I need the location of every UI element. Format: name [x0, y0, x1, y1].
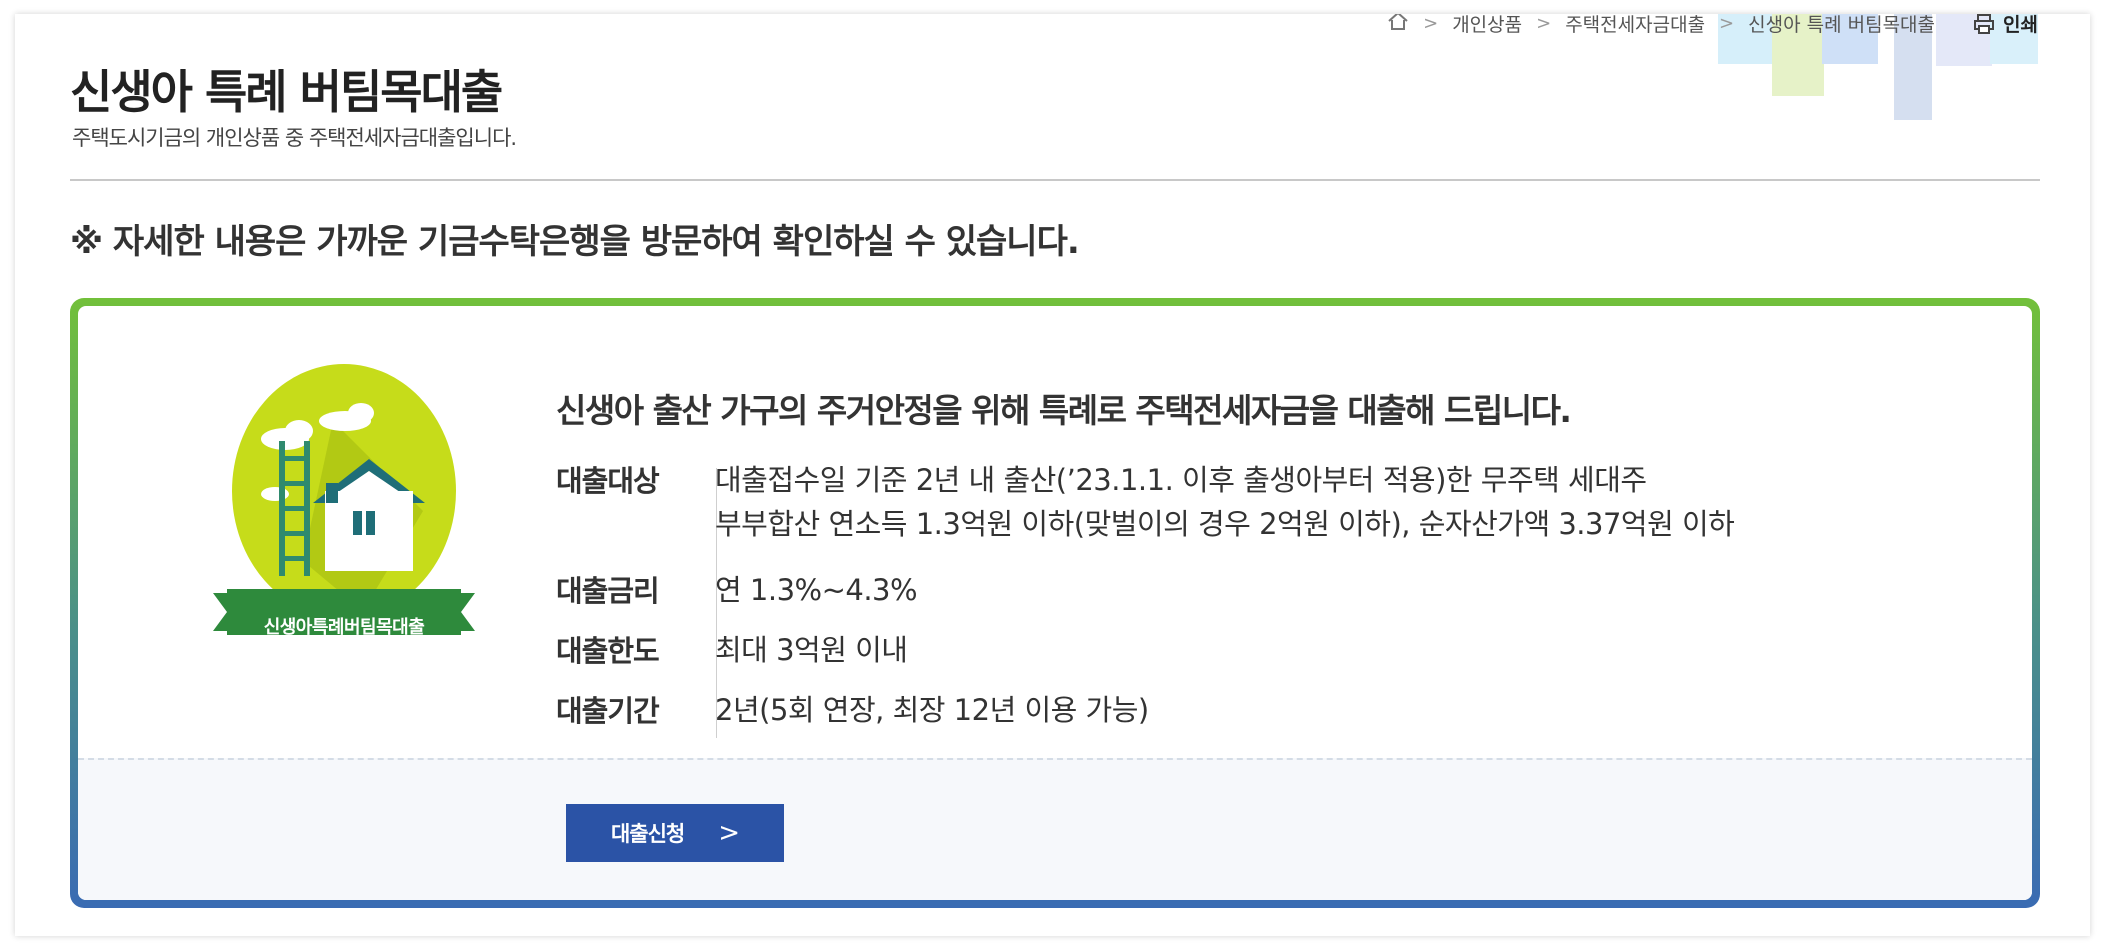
apply-loan-label: 대출신청 — [610, 822, 685, 846]
chevron-right-icon: > — [1719, 14, 1735, 34]
detail-label: 대출금리 — [556, 574, 660, 608]
detail-line: 대출접수일 기준 2년 내 출산(’23.1.1. 이후 출생아부터 적용)한 … — [715, 463, 1647, 497]
product-emblem: 신생아특례버팀목대출 — [213, 361, 475, 643]
breadcrumb: > 개인상품 > 주택전세자금대출 > 신생아 특례 버팀목대출 인쇄 — [1387, 14, 2038, 37]
product-headline: 신생아 출산 가구의 주거안정을 위해 특례로 주택전세자금을 대출해 드립니다… — [556, 391, 1572, 430]
emblem-label: 신생아특례버팀목대출 — [263, 617, 425, 638]
detail-row-limit: 대출한도 최대 3억원 이내 — [556, 628, 908, 672]
detail-line: 부부합산 연소득 1.3억원 이하(맞벌이의 경우 2억원 이하), 순자산가액… — [715, 507, 1735, 541]
detail-row-rate: 대출금리 연 1.3%~4.3% — [556, 568, 918, 612]
chevron-right-icon: > — [1423, 14, 1439, 34]
detail-label: 대출기간 — [556, 694, 660, 728]
notice-text: ※ 자세한 내용은 가까운 기금수탁은행을 방문하여 확인하실 수 있습니다. — [70, 222, 1080, 262]
detail-row-target: 대출대상 대출접수일 기준 2년 내 출산(’23.1.1. 이후 출생아부터 … — [556, 458, 1735, 546]
chevron-right-icon: > — [1536, 14, 1552, 34]
chevron-right-icon: > — [718, 818, 740, 848]
breadcrumb-item-current[interactable]: 신생아 특례 버팀목대출 — [1748, 14, 1935, 37]
detail-value: 최대 3억원 이내 — [715, 633, 908, 667]
product-card-body: 신생아특례버팀목대출 신생아 출산 가구의 주거안정을 위해 특례로 주택전세자… — [78, 306, 2032, 900]
detail-row-period: 대출기간 2년(5회 연장, 최장 12년 이용 가능) — [556, 688, 1149, 732]
page-container: > 개인상품 > 주택전세자금대출 > 신생아 특례 버팀목대출 인쇄 신생아 … — [15, 14, 2090, 936]
breadcrumb-item[interactable]: 개인상품 — [1452, 14, 1522, 37]
house-emblem-icon — [213, 364, 475, 635]
print-button[interactable]: 인쇄 — [1973, 14, 2038, 37]
home-icon[interactable] — [1387, 14, 1409, 36]
product-card: 신생아특례버팀목대출 신생아 출산 가구의 주거안정을 위해 특례로 주택전세자… — [70, 298, 2040, 908]
print-icon — [1974, 14, 1995, 34]
page-title: 신생아 특례 버팀목대출 — [70, 65, 503, 119]
title-divider — [70, 179, 2040, 181]
breadcrumb-item[interactable]: 주택전세자금대출 — [1565, 14, 1705, 37]
detail-label: 대출대상 — [556, 464, 660, 498]
detail-value: 2년(5회 연장, 최장 12년 이용 가능) — [715, 693, 1149, 727]
page-subtitle: 주택도시기금의 개인상품 중 주택전세자금대출입니다. — [72, 126, 517, 150]
detail-value: 연 1.3%~4.3% — [715, 573, 918, 607]
print-label: 인쇄 — [2003, 14, 2038, 36]
product-card-footer — [78, 758, 2032, 900]
detail-label: 대출한도 — [556, 634, 660, 668]
detail-value: 대출접수일 기준 2년 내 출산(’23.1.1. 이후 출생아부터 적용)한 … — [715, 458, 1735, 546]
apply-loan-button[interactable]: 대출신청 > — [566, 804, 784, 862]
